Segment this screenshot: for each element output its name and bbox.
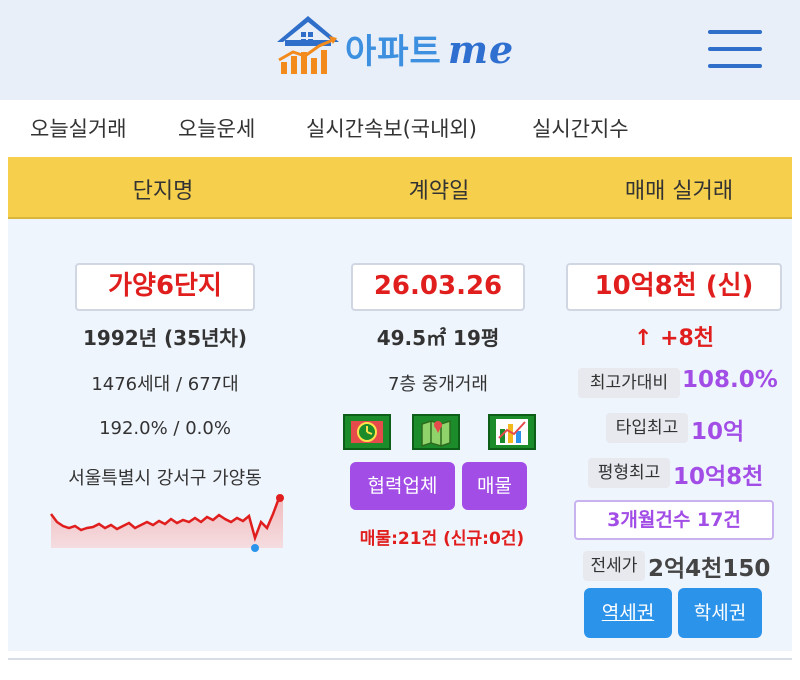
top-nav: 오늘실거래 오늘운세 실시간속보(국내외) 실시간지수: [0, 100, 800, 155]
price-change-value: +8천: [660, 326, 715, 351]
price-trend-sparkline[interactable]: [47, 492, 287, 554]
logo[interactable]: 아파트 me: [273, 12, 533, 78]
high-ratio-label: 최고가대비: [578, 368, 680, 398]
three-month-count[interactable]: 3개월건수 17건: [574, 500, 774, 540]
logo-text-me: me: [447, 27, 515, 72]
station-area-button[interactable]: 역세권: [584, 588, 672, 638]
exclusive-area: 49.5㎡ 19평: [330, 322, 546, 351]
column-header-trade-price: 매매 실거래: [624, 179, 734, 204]
unit-count: 1476세대 / 677대: [91, 374, 239, 395]
listings-count: 매물:21건 (신규:0건): [359, 529, 525, 549]
address: 서울특별시 강서구 가양동: [68, 468, 262, 489]
listings-button[interactable]: 매물: [462, 462, 527, 510]
price-change: ↑ +8천: [566, 320, 782, 352]
jeonse-label: 전세가: [583, 551, 645, 581]
divider: [8, 658, 792, 660]
partner-companies-button[interactable]: 협력업체: [350, 462, 455, 510]
floor-info: 7층 중개거래: [388, 374, 488, 395]
nav-item-fortune[interactable]: 오늘운세: [178, 113, 255, 143]
logo-text-kr: 아파트: [345, 32, 442, 72]
built-year: 1992년 (35년차): [83, 326, 247, 350]
nav-item-live-index[interactable]: 실시간지수: [532, 113, 629, 143]
sparkline-low-point: [251, 544, 259, 552]
bar-chart-icon[interactable]: [488, 414, 536, 450]
alarm-clock-icon[interactable]: [343, 414, 391, 450]
type-high-label: 타입최고: [606, 413, 688, 443]
high-ratio-value: 108.0%: [682, 367, 778, 393]
map-pin-icon[interactable]: [412, 414, 460, 450]
column-header-contract-date: 계약일: [408, 179, 470, 204]
table-header: 단지명 계약일 매매 실거래: [8, 157, 792, 219]
floor-area-ratio: 192.0% / 0.0%: [99, 418, 231, 439]
type-high-value: 10억: [691, 419, 745, 445]
area-high-label: 평형최고: [588, 458, 670, 488]
app-header: 아파트 me: [0, 0, 800, 100]
area-pyeong: 19평: [453, 326, 500, 350]
nav-item-breaking-news[interactable]: 실시간속보(국내외): [306, 113, 477, 143]
school-area-button[interactable]: 학세권: [678, 588, 762, 638]
complex-name[interactable]: 가양6단지: [75, 263, 255, 311]
nav-item-today-trades[interactable]: 오늘실거래: [30, 113, 127, 143]
sparkline-latest-point: [276, 494, 284, 502]
column-header-complex: 단지명: [132, 179, 194, 204]
area-m2: 49.5㎡: [376, 326, 447, 350]
logo-text: 아파트 me: [345, 24, 514, 73]
area-high-value: 10억8천: [673, 464, 764, 490]
jeonse-value: 2억4천150: [648, 556, 771, 582]
trade-price: 10억8천 (신): [566, 263, 782, 311]
house-chart-icon: [277, 16, 339, 74]
hamburger-menu-icon[interactable]: [708, 30, 762, 70]
contract-date: 26.03.26: [351, 263, 525, 311]
up-arrow-icon: ↑: [633, 326, 653, 351]
